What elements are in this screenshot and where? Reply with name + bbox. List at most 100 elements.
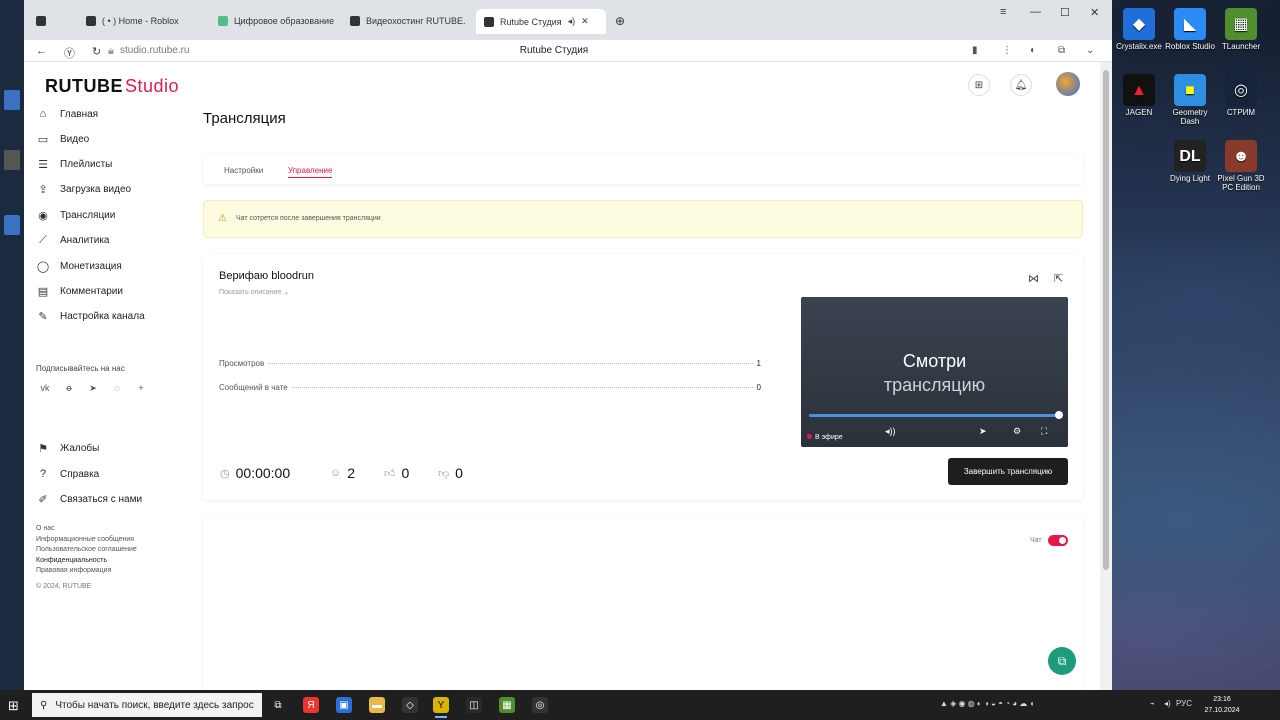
sidebar-item-home[interactable]: ⌂ Главная <box>36 108 98 120</box>
desktop-shortcut-tile[interactable] <box>4 90 20 110</box>
sidebar-item-help[interactable]: ? Справка <box>36 468 99 480</box>
desktop-shortcut-tile[interactable] <box>4 215 20 235</box>
footer-link-privacy[interactable]: Конфиденциальность <box>36 557 107 564</box>
extension-icon[interactable]: ◐ <box>1030 45 1036 56</box>
sidebar-item-broadcasts[interactable]: ◉ Трансляции <box>36 209 115 222</box>
ok-icon[interactable]: ꝋ <box>62 383 76 394</box>
browser-tab-rutube-studio[interactable]: Rutube Студия ◂) ✕ <box>476 9 606 34</box>
maximize-icon[interactable]: ☐ <box>1060 6 1070 19</box>
show-description-link[interactable]: Показать описание ⌄ <box>219 288 289 296</box>
chat-toggle[interactable] <box>1048 535 1068 546</box>
tab-settings[interactable]: Настройки <box>224 166 263 175</box>
end-stream-button[interactable]: Завершить трансляцию <box>948 458 1068 485</box>
player-progress-knob[interactable] <box>1055 411 1063 419</box>
taskbar-search[interactable]: ⚲ Чтобы начать поиск, введите здесь запр… <box>32 693 262 717</box>
yandex-icon[interactable]: Ⓨ <box>64 45 75 61</box>
fullscreen-icon[interactable]: ⛶ <box>1041 426 1047 437</box>
sidebar-item-video[interactable]: ▭ Видео <box>36 133 89 146</box>
page-scrollbar[interactable] <box>1100 62 1112 690</box>
close-window-icon[interactable]: ✕ <box>1090 6 1099 19</box>
bookmark-icon[interactable]: ▮ <box>972 45 978 56</box>
subscribe-label: Подписывайтесь на нас <box>36 364 125 373</box>
contact-icon: ✐ <box>38 494 48 506</box>
upload-header-button[interactable]: ⊞ <box>968 74 990 96</box>
share-icon[interactable]: ⋈ <box>1028 272 1039 285</box>
desktop-icon-dying-light[interactable]: DL Dying Light <box>1165 140 1215 183</box>
file-explorer-icon[interactable]: ▬ <box>369 697 385 713</box>
url-field[interactable]: studio.rutube.ru <box>120 45 190 56</box>
whatsapp-icon[interactable]: ◌ <box>110 383 124 393</box>
audio-icon[interactable]: ◂) <box>568 16 576 27</box>
open-external-icon[interactable]: ⇱ <box>1054 272 1063 285</box>
sidebar-item-monetization[interactable]: ◯ Монетизация <box>36 260 122 273</box>
tab-group-button[interactable] <box>30 10 54 32</box>
support-chat-button[interactable]: ⧉ <box>1048 647 1076 675</box>
back-icon[interactable]: ← <box>36 45 47 57</box>
settings-gear-icon[interactable]: ⚙ <box>1013 426 1021 437</box>
desktop-icon-geometry-dash[interactable]: ■ Geometry Dash <box>1165 74 1215 126</box>
desktop-icon-pixel-gun[interactable]: ☻ Pixel Gun 3D PC Edition <box>1216 140 1266 192</box>
clock[interactable]: 23:16 27.10.2024 <box>1197 694 1247 716</box>
chat-toggle-label: Чат <box>1030 537 1042 544</box>
desktop-icon-roblox-studio[interactable]: ◣ Roblox Studio <box>1165 8 1215 51</box>
telegram-icon[interactable]: ➤ <box>86 383 100 394</box>
sidebar-item-contact[interactable]: ✐ Связаться с нами <box>36 493 142 506</box>
browser-tab-roblox[interactable]: ( • ) Home - Roblox <box>78 10 202 32</box>
taskbar: ⊞ ⚲ Чтобы начать поиск, введите здесь за… <box>0 690 1280 720</box>
page-title: Трансляция <box>203 110 286 127</box>
tray-icons[interactable]: ▲ ◈ ◉ ◍ ◐ ◑ ◒ ◓ ◔ ◕ ☁ ◖ <box>940 699 1034 708</box>
dislike-icon: 👎︎ <box>438 467 450 480</box>
desktop-icon-jagen[interactable]: ▲ JAGEN <box>1114 74 1164 117</box>
footer-link-about[interactable]: О нас <box>36 525 55 532</box>
desktop-icon-tlauncher[interactable]: ▦ TLauncher <box>1216 8 1266 51</box>
vk-icon[interactable]: vk <box>38 383 52 393</box>
minimize-icon[interactable]: — <box>1030 6 1041 18</box>
new-tab-button[interactable]: ⊕ <box>610 10 632 32</box>
volume-tray-icon[interactable]: ◂) <box>1164 699 1171 708</box>
scrollbar-thumb[interactable] <box>1103 70 1109 570</box>
browser-tab-rutube[interactable]: Видеохостинг RUTUBE. С <box>342 10 468 32</box>
footer-link-info[interactable]: Информационные сообщения <box>36 536 134 543</box>
windows-start-icon[interactable]: ⊞ <box>8 698 19 714</box>
volume-icon[interactable]: ◂)) <box>885 426 896 437</box>
browser-window: ( • ) Home - Roblox Цифровое образование… <box>24 0 1112 690</box>
browser-tab-digital-education[interactable]: Цифровое образование <box>210 10 334 32</box>
language-indicator[interactable]: РУС <box>1176 699 1192 708</box>
page-title-display: Rutube Студия <box>519 45 589 56</box>
more-icon[interactable]: ⋮ <box>1002 45 1012 56</box>
desktop-icon-stream[interactable]: ◎ СТРИМ <box>1216 74 1266 117</box>
rutube-studio-logo[interactable]: RUTUBE Studio <box>45 76 179 97</box>
collections-icon[interactable]: ⧉ <box>1058 45 1065 56</box>
player-progress-bar[interactable] <box>809 414 1060 417</box>
task-view-icon[interactable]: ⧉ <box>270 697 286 713</box>
avatar[interactable] <box>1056 72 1080 96</box>
download-icon[interactable]: ⌄ <box>1086 45 1094 56</box>
menu-icon[interactable]: ≡ <box>1000 6 1006 18</box>
app-icon[interactable]: ◇ <box>402 697 418 713</box>
desktop-icon-crystalix[interactable]: ◆ Crystalix.exe <box>1114 8 1164 51</box>
help-icon: ? <box>39 468 47 480</box>
app-icon[interactable]: ◫ <box>466 697 482 713</box>
tab-management[interactable]: Управление <box>288 166 333 178</box>
network-icon[interactable]: ⌁ <box>1150 699 1155 708</box>
minecraft-icon[interactable]: ▦ <box>499 697 515 713</box>
sidebar-item-comments[interactable]: ▤ Комментарии <box>36 285 123 298</box>
stream-player[interactable]: Смотри трансляцию В эфире ◂)) ➤ ⚙ ⛶ <box>801 297 1068 447</box>
sidebar-item-upload[interactable]: ⇪ Загрузка видео <box>36 183 131 196</box>
jagen-icon: ▲ <box>1123 74 1155 106</box>
obs-icon[interactable]: ◎ <box>532 697 548 713</box>
notifications-button[interactable]: 🔔︎ <box>1010 74 1032 96</box>
more-social-icon[interactable]: + <box>134 383 148 393</box>
app-icon[interactable]: ▣ <box>336 697 352 713</box>
sidebar-item-complaints[interactable]: ⚑ Жалобы <box>36 442 99 455</box>
desktop-shortcut-tile[interactable] <box>4 150 20 170</box>
footer-link-legal[interactable]: Правовая информация <box>36 567 111 574</box>
yandex-browser-icon[interactable]: Y <box>433 697 449 718</box>
sidebar-item-playlists[interactable]: ☰ Плейлисты <box>36 158 112 171</box>
reload-icon[interactable]: ↻ <box>92 45 101 58</box>
sidebar-item-analytics[interactable]: ⟋ Аналитика <box>36 234 109 247</box>
close-tab-icon[interactable]: ✕ <box>581 16 589 27</box>
sidebar-item-channel-settings[interactable]: ✎ Настройка канала <box>36 310 144 323</box>
yandex-app-icon[interactable]: Я <box>303 697 319 713</box>
footer-link-agreement[interactable]: Пользовательское соглашение <box>36 546 137 553</box>
